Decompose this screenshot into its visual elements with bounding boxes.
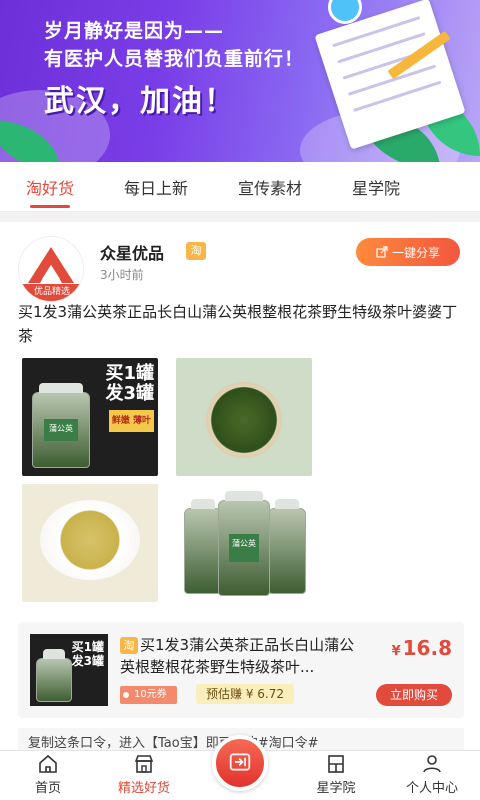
- nav-selected-goods-label: 精选好货: [117, 781, 170, 796]
- post-time: 3小时前: [100, 268, 144, 282]
- product-title[interactable]: 淘买1发3蒲公英茶正品长白山蒲公英根整根花茶野生特级茶叶...: [120, 634, 360, 678]
- nav-center[interactable]: [192, 735, 288, 800]
- product-image-2[interactable]: [176, 358, 312, 476]
- platform-badge: 淘: [186, 242, 206, 260]
- center-action-button[interactable]: [212, 735, 268, 791]
- post-description: 买1发3蒲公英茶正品长白山蒲公英根整根花茶野生特级茶叶婆婆丁茶: [18, 303, 458, 345]
- tea-jar: [36, 649, 72, 702]
- avatar-ribbon: 优品精选: [19, 284, 83, 301]
- product-price: ¥16.8: [391, 636, 452, 660]
- category-tabs: 淘好货 每日上新 宣传素材 星学院: [0, 162, 480, 212]
- tea-cup: [40, 500, 140, 580]
- image-promo-text: 买1罐 发3罐 鲜嫩 薄叶: [105, 364, 154, 432]
- nav-selected-goods[interactable]: 精选好货: [96, 751, 192, 800]
- shop-avatar[interactable]: 优品精选: [18, 236, 84, 302]
- tea-jar: 蒲公英: [218, 491, 270, 596]
- nav-home[interactable]: 首页: [0, 751, 96, 800]
- product-image-1[interactable]: 蒲公英 买1罐 发3罐 鲜嫩 薄叶: [22, 358, 158, 476]
- tab-tao-haohuo[interactable]: 淘好货: [26, 175, 74, 208]
- share-button[interactable]: 一键分享: [356, 238, 460, 266]
- nav-home-label: 首页: [34, 781, 61, 796]
- banner-line-1: 岁月静好是因为——: [44, 20, 225, 42]
- academy-icon: [328, 755, 344, 773]
- coupon-badge: 10元券: [120, 686, 177, 704]
- tea-jar: [184, 499, 222, 594]
- share-center-icon: [229, 753, 251, 771]
- estimated-earnings: 预估赚 ¥ 6.72: [196, 684, 294, 704]
- tea-jar: 蒲公英: [32, 383, 90, 468]
- share-button-label: 一键分享: [391, 245, 440, 260]
- tab-daily-new[interactable]: 每日上新: [124, 175, 188, 199]
- nav-star-academy[interactable]: 星学院: [288, 751, 384, 800]
- shop-name[interactable]: 众星优品: [100, 240, 164, 264]
- top-banner[interactable]: 岁月静好是因为—— 有医护人员替我们负重前行！ 武汉，加油！: [0, 0, 480, 162]
- shop-logo-icon: [28, 247, 74, 283]
- tab-star-academy[interactable]: 星学院: [352, 175, 400, 199]
- home-icon: [39, 754, 57, 773]
- tea-bowl: [206, 382, 282, 458]
- product-image-3[interactable]: [22, 484, 158, 602]
- user-icon: [423, 755, 441, 773]
- product-thumbnail[interactable]: 买1罐 发3罐: [30, 634, 108, 706]
- taobao-badge: 淘: [120, 637, 138, 654]
- shop-icon: [134, 755, 154, 773]
- tea-jar: [268, 499, 306, 594]
- thumb-promo-text: 买1罐 发3罐: [71, 640, 104, 668]
- nav-profile[interactable]: 个人中心: [384, 751, 480, 800]
- post-card: 优品精选 众星优品 淘 3小时前 一键分享 买1发3蒲公英茶正品长白山蒲公英根整…: [0, 222, 480, 754]
- bottom-navigation: 首页 精选好货 星学院 个人中心: [0, 735, 480, 800]
- product-image-4[interactable]: 蒲公英: [176, 484, 312, 602]
- nav-profile-label: 个人中心: [405, 781, 458, 796]
- product-card[interactable]: 买1罐 发3罐 淘买1发3蒲公英茶正品长白山蒲公英根整根花茶野生特级茶叶... …: [18, 622, 464, 718]
- tab-promo-material[interactable]: 宣传素材: [238, 175, 302, 199]
- banner-line-2: 有医护人员替我们负重前行！: [44, 48, 305, 70]
- buy-now-button[interactable]: 立即购买: [376, 684, 452, 706]
- nav-star-academy-label: 星学院: [316, 781, 356, 796]
- share-icon: [376, 246, 388, 258]
- banner-headline: 武汉，加油！: [44, 84, 236, 119]
